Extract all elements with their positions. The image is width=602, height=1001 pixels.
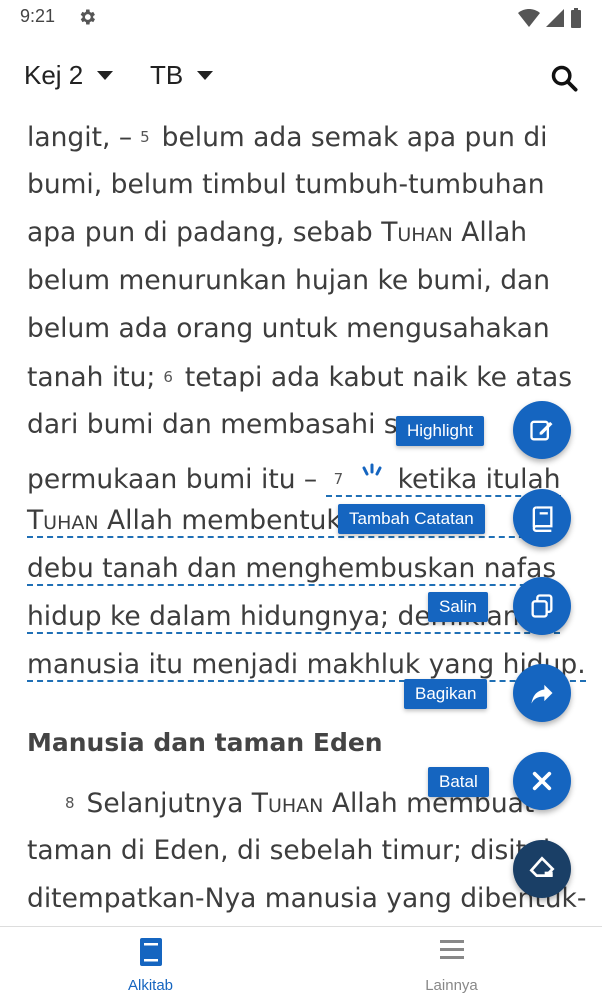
text-line: taman di Eden, di sebelah timur; disitul <box>27 835 551 866</box>
battery-icon <box>571 8 581 28</box>
menu-icon <box>439 940 464 959</box>
highlight-button[interactable] <box>513 401 571 459</box>
app-bar: Kej 2 TB <box>0 40 602 112</box>
share-button[interactable] <box>513 664 571 722</box>
search-icon[interactable] <box>550 64 578 92</box>
bible-text-view[interactable]: langit, –5 belum ada semak apa pun di bum… <box>0 114 602 926</box>
book-chapter-label: Kej 2 <box>24 60 84 90</box>
text-line: tanah itu; 6 tetapi ada kabut naik ke atas <box>27 362 573 393</box>
nav-bible[interactable]: Alkitab <box>0 927 301 1001</box>
text-line-selected[interactable]: permukaan bumi itu – 7 ketika itulah <box>27 456 561 497</box>
copy-label[interactable]: Salin <box>428 592 488 622</box>
section-heading: Manusia dan taman Eden <box>27 728 383 757</box>
text-line: dari bumi dan membasahi se <box>27 409 414 440</box>
signal-icon <box>546 9 564 27</box>
add-note-button[interactable] <box>513 489 571 547</box>
wifi-icon <box>518 9 540 27</box>
copy-icon <box>531 594 553 618</box>
dropdown-caret-icon <box>197 71 214 80</box>
cancel-button[interactable] <box>513 752 571 810</box>
bottom-navigation: Alkitab Lainnya <box>0 926 602 1001</box>
text-line: belum menurunkan hujan ke bumi, dan <box>27 265 551 296</box>
verse-number: 6 <box>163 368 173 386</box>
copy-button[interactable] <box>513 577 571 635</box>
verse-number: 7 <box>333 470 344 488</box>
text-line: ditempatkan-Nya manusia yang dibentuk- <box>27 883 587 914</box>
cancel-label[interactable]: Batal <box>428 767 489 797</box>
nav-more[interactable]: Lainnya <box>301 927 602 1001</box>
verse-number: 8 <box>65 794 75 812</box>
text-line: apa pun di padang, sebab Tuhan Allah <box>27 217 528 248</box>
close-icon <box>532 771 552 791</box>
nav-bible-label: Alkitab <box>127 977 174 994</box>
tap-ripple-icon <box>362 463 382 476</box>
status-bar: 9:21 <box>0 0 602 38</box>
add-note-label[interactable]: Tambah Catatan <box>338 504 485 534</box>
text-line: belum ada orang untuk mengusahakan <box>27 313 550 344</box>
edit-pencil-icon <box>530 420 553 441</box>
verse-number: 5 <box>140 128 150 146</box>
status-time: 9:21 <box>20 6 56 26</box>
text-line: bumi, belum timbul tumbuh-tumbuhan <box>27 169 545 200</box>
nav-more-label: Lainnya <box>425 977 478 994</box>
text-line: langit, –5 belum ada semak apa pun di <box>27 122 548 153</box>
share-arrow-icon <box>531 684 553 704</box>
version-selector[interactable]: TB <box>150 60 214 91</box>
text-line-selected[interactable]: debu tanah dan menghembuskan nafas <box>27 552 557 586</box>
bible-book-icon <box>139 938 162 966</box>
version-label: TB <box>150 60 184 90</box>
eraser-icon <box>529 856 555 877</box>
book-chapter-selector[interactable]: Kej 2 <box>24 60 114 91</box>
note-book-icon <box>532 506 553 532</box>
highlight-label[interactable]: Highlight <box>396 416 485 446</box>
eraser-button[interactable] <box>513 840 571 898</box>
share-label[interactable]: Bagikan <box>404 679 488 709</box>
text-line-selected[interactable]: manusia itu menjadi makhluk yang hidup. <box>27 648 586 682</box>
dropdown-caret-icon <box>97 71 114 80</box>
settings-gear-icon <box>80 9 95 25</box>
